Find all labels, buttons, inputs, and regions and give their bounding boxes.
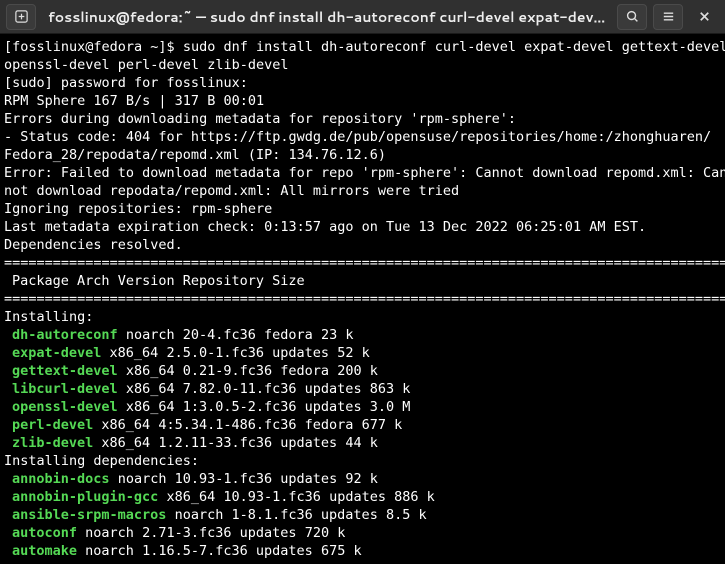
col-size: Size (272, 273, 319, 289)
dep-row: autoconf noarch 2.71-3.fc36 updates 720 … (4, 524, 721, 542)
col-version: Version (118, 273, 175, 289)
package-name: perl-devel (12, 417, 93, 433)
window-title: fosslinux@fedora:~ — sudo dnf install dh… (42, 7, 611, 27)
dep-row: annobin-docs noarch 10.93-1.fc36 updates… (4, 470, 721, 488)
package-row: dh-autoreconf noarch 20-4.fc36 fedora 23… (4, 326, 721, 344)
terminal-output[interactable]: [fosslinux@fedora ~]$ sudo dnf install d… (0, 34, 725, 564)
package-row: perl-devel x86_64 4:5.34.1-486.fc36 fedo… (4, 416, 721, 434)
error-line: - Status code: 404 for https://ftp.gwdg.… (4, 128, 721, 146)
table-header: Package Arch Version Repository Size (4, 272, 721, 290)
package-name: zlib-devel (12, 435, 93, 451)
package-name: gettext-devel (12, 363, 118, 379)
divider: ========================================… (4, 254, 721, 272)
installing-header: Installing: (4, 308, 721, 326)
metadata-check: Last metadata expiration check: 0:13:57 … (4, 218, 721, 236)
divider: ========================================… (4, 290, 721, 308)
dep-row: ansible-srpm-macros noarch 1-8.1.fc36 up… (4, 506, 721, 524)
rpm-sphere-status: RPM Sphere 167 B/s | 317 B 00:01 (4, 92, 721, 110)
search-icon (625, 9, 640, 24)
package-row: zlib-devel x86_64 1.2.11-33.fc36 updates… (4, 434, 721, 452)
package-name: expat-devel (12, 345, 101, 361)
dep-row: annobin-plugin-gcc x86_64 10.93-1.fc36 u… (4, 488, 721, 506)
error-line: Error: Failed to download metadata for r… (4, 164, 721, 182)
error-line: not download repodata/repomd.xml: All mi… (4, 182, 721, 200)
sudo-prompt: [sudo] password for fosslinux: (4, 74, 721, 92)
package-row: gettext-devel x86_64 0.21-9.fc36 fedora … (4, 362, 721, 380)
command-continuation: openssl-devel perl-devel zlib-devel (4, 56, 721, 74)
error-line: Fedora_28/repodata/repomd.xml (IP: 134.7… (4, 146, 721, 164)
col-arch: Arch (77, 273, 110, 289)
prompt-line: [fosslinux@fedora ~]$ sudo dnf install d… (4, 38, 721, 56)
package-name: automake (12, 543, 77, 559)
search-button[interactable] (617, 4, 647, 30)
error-line: Errors during downloading metadata for r… (4, 110, 721, 128)
package-name: autoconf (12, 525, 77, 541)
dep-resolved: Dependencies resolved. (4, 236, 721, 254)
package-row: libcurl-devel x86_64 7.82.0-11.fc36 upda… (4, 380, 721, 398)
plus-icon (14, 9, 29, 24)
col-package: Package (4, 273, 69, 289)
new-tab-button[interactable] (6, 4, 36, 30)
package-name: libcurl-devel (12, 381, 118, 397)
close-icon (697, 9, 712, 24)
package-name: openssl-devel (12, 399, 118, 415)
package-name: dh-autoreconf (12, 327, 118, 343)
col-repository: Repository (183, 273, 264, 289)
package-row: openssl-devel x86_64 1:3.0.5-2.fc36 upda… (4, 398, 721, 416)
menu-button[interactable] (653, 4, 683, 30)
hamburger-icon (661, 9, 676, 24)
package-name: annobin-docs (12, 471, 110, 487)
package-row: expat-devel x86_64 2.5.0-1.fc36 updates … (4, 344, 721, 362)
package-name: annobin-plugin-gcc (12, 489, 158, 505)
close-button[interactable] (689, 4, 719, 30)
ignore-line: Ignoring repositories: rpm-sphere (4, 200, 721, 218)
installing-deps-header: Installing dependencies: (4, 452, 721, 470)
dep-row: automake noarch 1.16.5-7.fc36 updates 67… (4, 542, 721, 560)
window-titlebar: fosslinux@fedora:~ — sudo dnf install dh… (0, 0, 725, 34)
package-name: ansible-srpm-macros (12, 507, 166, 523)
